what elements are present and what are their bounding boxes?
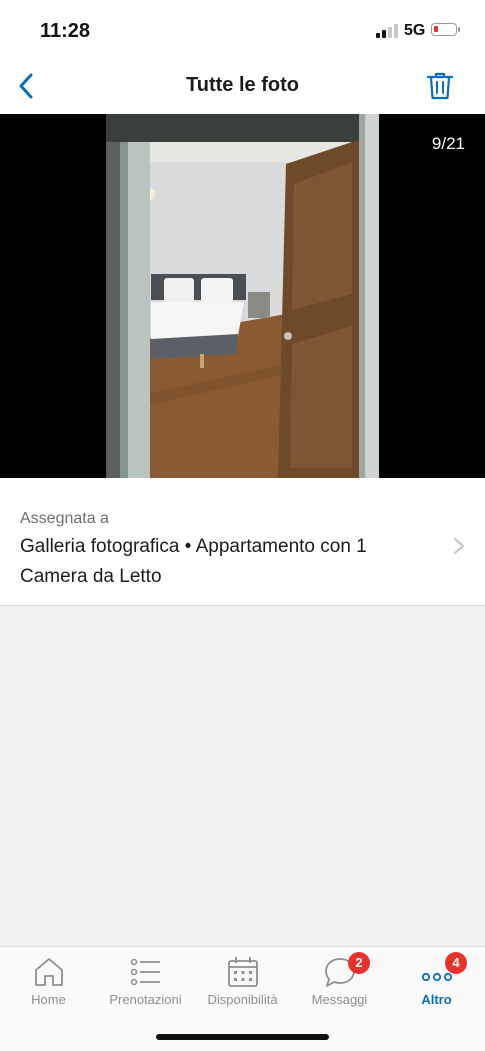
- photo-viewer[interactable]: 9/21: [0, 114, 485, 478]
- status-time: 11:28: [40, 20, 91, 42]
- network-label: 5G: [404, 22, 426, 39]
- tab-disponibilita[interactable]: Disponibilità: [194, 947, 291, 1017]
- more-badge: 4: [445, 952, 467, 974]
- chevron-right-icon: [453, 537, 465, 555]
- assignment-label: Assegnata a: [20, 510, 109, 527]
- signal-icon: [376, 24, 398, 38]
- battery-icon: [431, 23, 460, 36]
- tab-label: Disponibilità: [207, 992, 278, 1007]
- tab-label: Home: [31, 992, 66, 1007]
- navigation-bar: Tutte le foto: [0, 60, 485, 114]
- page-title: Tutte le foto: [186, 74, 299, 96]
- tab-altro[interactable]: 4 Altro: [388, 947, 485, 1017]
- home-icon: [34, 958, 63, 986]
- room-photo: [106, 114, 379, 478]
- assignment-row[interactable]: Assegnata a Galleria fotografica • Appar…: [0, 478, 485, 606]
- home-indicator: [156, 1034, 329, 1040]
- assignment-value: Galleria fotografica • Appartamento con …: [20, 536, 367, 587]
- photo-counter: 9/21: [431, 134, 465, 153]
- status-bar: 11:28 5G: [0, 0, 485, 60]
- calendar-icon: [227, 957, 258, 987]
- messages-badge: 2: [348, 952, 370, 974]
- tab-label: Altro: [421, 992, 452, 1007]
- trash-icon: [426, 72, 454, 100]
- tab-label: Messaggi: [311, 992, 368, 1007]
- delete-button[interactable]: [420, 66, 460, 106]
- tab-messaggi[interactable]: 2 Messaggi: [291, 947, 388, 1017]
- tab-label: Prenotazioni: [109, 992, 182, 1007]
- tab-home[interactable]: Home: [0, 947, 97, 1017]
- tab-prenotazioni[interactable]: Prenotazioni: [97, 947, 194, 1017]
- list-icon: [130, 958, 160, 986]
